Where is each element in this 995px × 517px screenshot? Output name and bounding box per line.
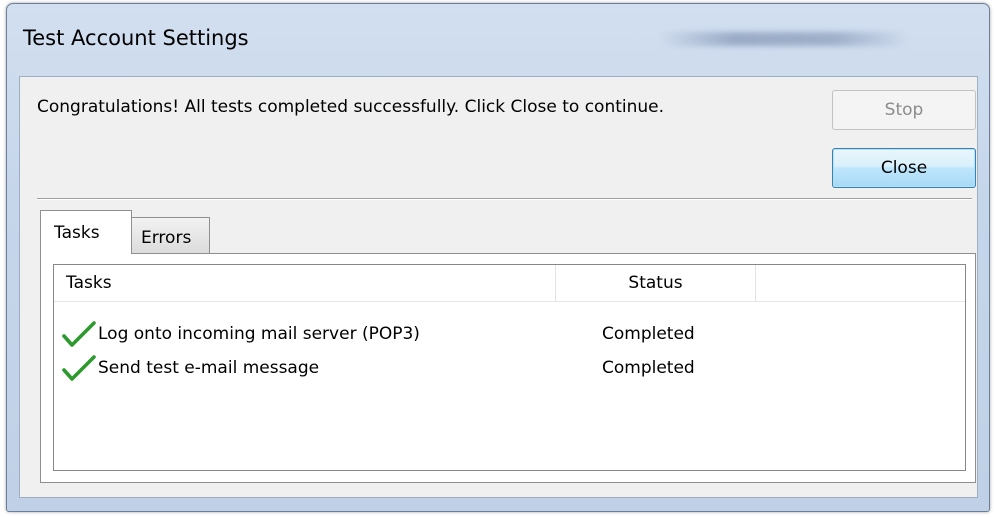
title-bar-blur-decoration	[659, 32, 909, 46]
stop-button[interactable]: Stop	[832, 90, 976, 130]
dialog-window: Test Account Settings Congratulations! A…	[6, 3, 990, 512]
window-title: Test Account Settings	[23, 26, 249, 50]
list-header: Tasks Status	[54, 265, 965, 302]
column-header-status[interactable]: Status	[556, 265, 756, 301]
table-row[interactable]: Log onto incoming mail server (POP3) Com…	[54, 317, 965, 351]
close-button[interactable]: Close	[832, 148, 976, 188]
task-name: Log onto incoming mail server (POP3)	[98, 324, 420, 344]
status-message: Congratulations! All tests completed suc…	[37, 97, 665, 117]
tab-tasks[interactable]: Tasks	[40, 210, 132, 254]
separator	[37, 198, 972, 200]
column-header-tasks[interactable]: Tasks	[54, 265, 556, 301]
status-cell: Completed	[602, 358, 695, 378]
status-cell: Completed	[602, 324, 695, 344]
tasks-list-view[interactable]: Tasks Status Log onto incoming mail serv…	[53, 264, 966, 471]
check-icon	[62, 321, 96, 347]
tab-errors[interactable]: Errors	[132, 217, 210, 253]
task-cell: Send test e-mail message	[62, 351, 319, 385]
tasks-tab-panel: Tasks Status Log onto incoming mail serv…	[40, 253, 976, 483]
table-row[interactable]: Send test e-mail message Completed	[54, 351, 965, 385]
check-icon	[62, 355, 96, 381]
task-name: Send test e-mail message	[98, 358, 320, 378]
task-cell: Log onto incoming mail server (POP3)	[62, 317, 420, 351]
title-bar[interactable]: Test Account Settings	[7, 4, 989, 76]
column-header-empty	[756, 265, 965, 301]
dialog-client-area: Congratulations! All tests completed suc…	[19, 76, 978, 498]
